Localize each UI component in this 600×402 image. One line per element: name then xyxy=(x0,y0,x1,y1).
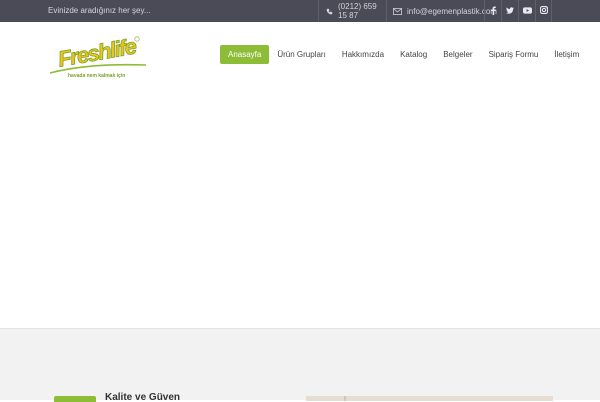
main-nav: Anasayfa Ürün Grupları Hakkımızda Katalo… xyxy=(220,45,587,64)
nav-item-anasayfa[interactable]: Anasayfa xyxy=(220,45,270,64)
facebook-link[interactable] xyxy=(484,0,501,22)
nav-item-label: Ürün Grupları xyxy=(277,50,326,59)
nav-item-iletisim[interactable]: İletişim xyxy=(546,45,587,64)
envelope-icon xyxy=(393,7,402,15)
phone-number: (0212) 659 15 87 xyxy=(338,2,377,20)
feature-icon-box xyxy=(54,396,96,402)
feature-image-divider xyxy=(344,396,346,401)
youtube-link[interactable] xyxy=(518,0,535,22)
phone-contact[interactable]: (0212) 659 15 87 xyxy=(318,0,386,22)
feature-title: Kalite ve Güven xyxy=(105,392,181,401)
twitter-link[interactable] xyxy=(501,0,518,22)
instagram-link[interactable] xyxy=(535,0,552,22)
feature-section: Kalite ve Güven xyxy=(0,328,600,402)
nav-item-siparis-formu[interactable]: Sipariş Formu xyxy=(481,45,547,64)
nav-item-label: Hakkımızda xyxy=(341,50,385,59)
phone-icon xyxy=(326,8,333,15)
youtube-icon xyxy=(522,6,532,16)
facebook-icon xyxy=(490,6,496,17)
logo-slogan: havada nem kalmak için xyxy=(68,73,125,79)
nav-item-katalog[interactable]: Katalog xyxy=(392,45,435,64)
nav-item-label: Belgeler xyxy=(443,50,473,59)
top-bar: Evinizde aradığınız her şey... (0212) 65… xyxy=(0,0,600,22)
nav-item-label: Anasayfa xyxy=(228,50,262,59)
site-header: Freshlife havada nem kalmak için Anasayf… xyxy=(0,22,600,88)
hero-slider xyxy=(0,88,600,328)
instagram-icon xyxy=(539,6,548,16)
nav-item-label: Sipariş Formu xyxy=(488,50,539,59)
twitter-icon xyxy=(506,6,514,16)
nav-item-hakkimizda[interactable]: Hakkımızda xyxy=(334,45,392,64)
nav-item-belgeler[interactable]: Belgeler xyxy=(435,45,480,64)
tagline: Evinizde aradığınız her şey... xyxy=(48,6,151,15)
nav-item-label: Katalog xyxy=(400,50,428,59)
site-logo[interactable]: Freshlife havada nem kalmak için xyxy=(48,31,148,79)
nav-item-label: İletişim xyxy=(554,50,580,59)
nav-item-urun-gruplari[interactable]: Ürün Grupları xyxy=(269,45,333,64)
email-contact[interactable]: info@egemenplastik.com xyxy=(386,0,497,22)
